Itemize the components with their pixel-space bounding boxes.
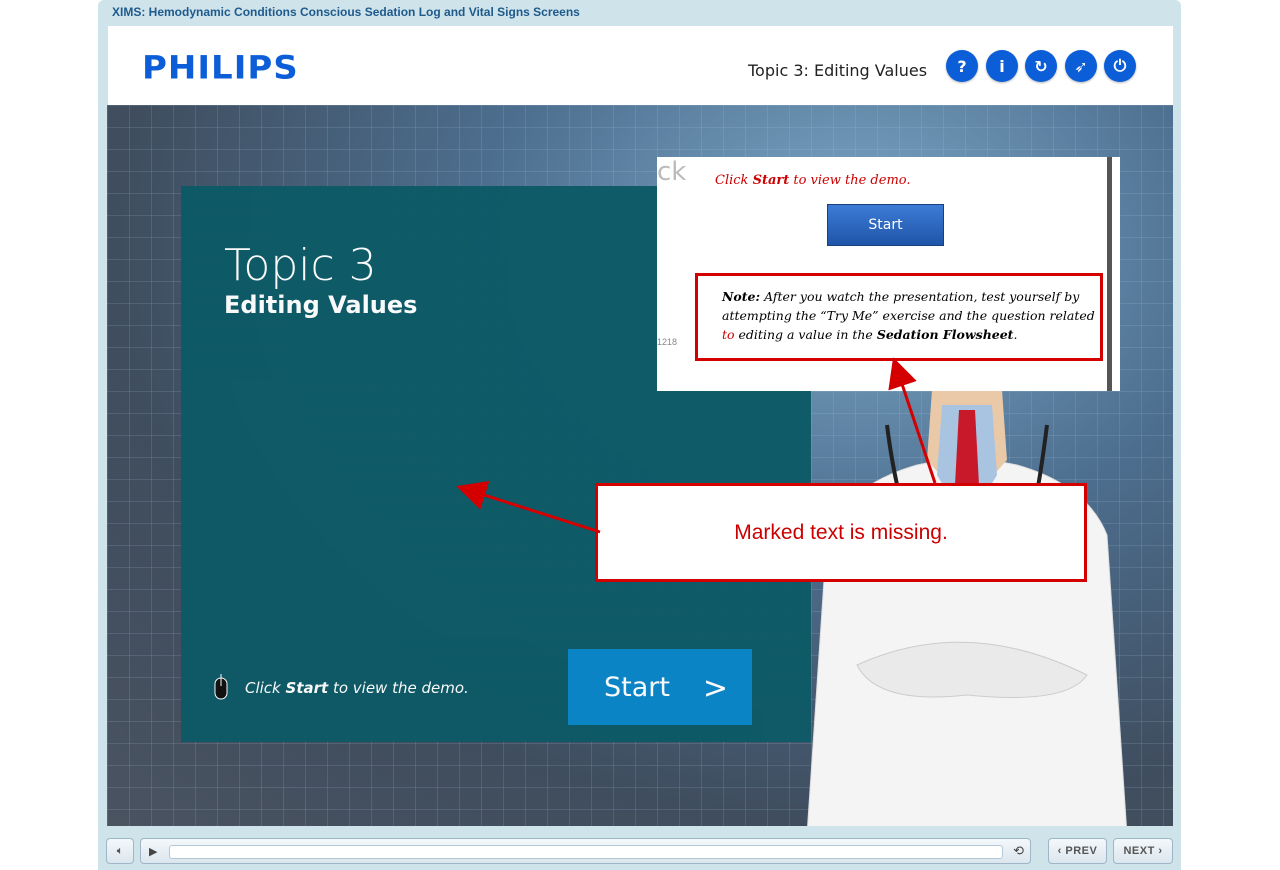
inset-instruction: Click Start to view the demo. — [715, 173, 911, 188]
header-bar: PHILIPS Topic 3: Editing Values ? i ↻ ➶ … — [108, 26, 1173, 105]
topic-number: Topic 3 — [224, 240, 377, 291]
chevron-right-icon: › — [1154, 845, 1163, 857]
info-button[interactable]: i — [986, 50, 1018, 82]
reference-inset: ck 1218 Click Start to view the demo. St… — [657, 157, 1120, 391]
inset-start-button[interactable]: Start — [827, 204, 944, 246]
next-button[interactable]: NEXT › — [1113, 838, 1173, 864]
volume-button[interactable]: 🔈︎ — [106, 838, 134, 864]
play-icon[interactable]: ▶ — [149, 845, 157, 858]
progress-bar: ▶ ⟲ — [140, 838, 1031, 864]
compass-button[interactable]: ➶ — [1065, 50, 1097, 82]
click-instruction: Click Start to view the demo. — [245, 679, 469, 697]
info-icon: i — [999, 56, 1005, 76]
help-button[interactable]: ? — [946, 50, 978, 82]
topic-title: Topic 3: Editing Values — [748, 61, 928, 80]
slide-stage: Topic 3 Editing Values Click Start to vi… — [107, 105, 1173, 826]
prev-button[interactable]: ‹ PREV — [1048, 838, 1107, 864]
player-controls: 🔈︎ ▶ ⟲ ‹ PREV NEXT › — [106, 838, 1173, 864]
exit-button[interactable]: ⏻ — [1104, 50, 1136, 82]
philips-logo: PHILIPS — [142, 49, 299, 87]
reload-icon: ↻ — [1034, 56, 1048, 76]
progress-track[interactable] — [169, 845, 1003, 859]
window-title: XIMS: Hemodynamic Conditions Conscious S… — [112, 5, 580, 19]
doctor-image — [807, 390, 1127, 826]
topic-subtitle: Editing Values — [224, 291, 418, 319]
speaker-icon: 🔈︎ — [116, 844, 124, 857]
start-button[interactable]: Start > — [568, 649, 752, 725]
reload-button[interactable]: ↻ — [1025, 50, 1057, 82]
compass-icon: ➶ — [1074, 56, 1088, 76]
help-icon: ? — [957, 56, 967, 76]
chevron-right-icon: > — [702, 671, 728, 706]
chevron-left-icon: ‹ — [1057, 845, 1066, 857]
start-label: Start — [604, 671, 670, 703]
power-icon: ⏻ — [1113, 56, 1127, 75]
note-box: Note: After you watch the presentation, … — [695, 273, 1103, 361]
inset-ghost-code: 1218 — [657, 337, 678, 347]
replay-icon[interactable]: ⟲ — [1013, 843, 1024, 859]
callout-box: Marked text is missing. — [595, 483, 1087, 582]
inset-edge — [1107, 157, 1112, 391]
inset-ghost-text: ck — [657, 157, 687, 187]
mouse-icon — [214, 674, 228, 700]
